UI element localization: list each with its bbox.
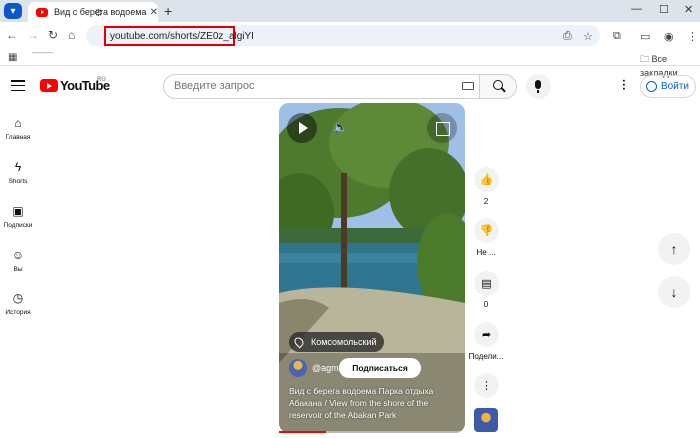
signin-button[interactable]: Войти [640, 75, 696, 98]
video-progress-bar[interactable] [279, 431, 465, 433]
video-title[interactable]: Вид с берега водоема Парка отдыха Абакан… [289, 385, 461, 421]
comments-button[interactable]: ▤ [474, 271, 499, 296]
maximize-icon[interactable]: ☐ [659, 3, 669, 16]
split-view-icon[interactable]: ▭ [640, 30, 650, 43]
subscribe-button[interactable]: Подписаться [339, 358, 421, 378]
more-vert-icon: ⋮ [481, 380, 492, 392]
sound-thumbnail[interactable] [474, 408, 498, 432]
video-progress-fill [279, 431, 326, 433]
new-tab-icon[interactable]: + [164, 3, 172, 19]
sidebar-item-history[interactable]: ◷ История [0, 291, 36, 316]
arrow-down-icon: ↓ [670, 284, 678, 300]
bookmarks-bar [0, 48, 700, 66]
location-pin-icon [292, 335, 306, 349]
like-button[interactable]: 👍 [474, 167, 499, 192]
thumb-down-icon: 👎 [479, 225, 494, 237]
account-icon [646, 81, 657, 92]
sidebar-item-shorts[interactable]: ϟ Shorts [0, 160, 36, 185]
guide-menu-icon[interactable] [11, 80, 25, 91]
close-window-icon[interactable]: ✕ [684, 3, 693, 16]
fullscreen-button[interactable] [427, 113, 457, 143]
like-count: 2 [483, 197, 489, 206]
share-label: Подели... [468, 352, 504, 361]
bookmark-item[interactable]: ━━━━━ [32, 49, 53, 57]
comment-icon: ▤ [481, 278, 492, 290]
site-info-icon[interactable]: ⚙ [94, 8, 103, 19]
shorts-icon: ϟ [14, 160, 22, 174]
keyboard-icon[interactable] [462, 82, 474, 90]
play-button[interactable] [287, 113, 317, 143]
browser-tab[interactable]: Вид с берега водоема Парка о ✕ [28, 2, 158, 22]
signin-label: Войти [661, 81, 689, 92]
youtube-favicon-icon [36, 7, 48, 17]
share-arrow-icon: ➦ [481, 329, 492, 341]
volume-icon[interactable]: 🔈 [333, 120, 348, 134]
reload-icon[interactable]: ↻ [48, 28, 58, 42]
back-icon[interactable]: ← [6, 28, 18, 42]
you-icon: ☺ [11, 248, 25, 262]
home-icon: ⌂ [14, 116, 22, 130]
youtube-logo-icon[interactable] [40, 79, 58, 92]
tab-close-icon[interactable]: ✕ [150, 7, 158, 18]
previous-short-button[interactable]: ↑ [658, 233, 690, 265]
location-label: Комсомольский [311, 337, 377, 347]
channel-avatar[interactable] [289, 359, 307, 377]
comments-count: 0 [483, 300, 489, 309]
location-chip[interactable]: Комсомольский [289, 332, 385, 352]
dislike-button[interactable]: 👎 [474, 218, 499, 243]
search-input[interactable] [174, 80, 454, 92]
country-code: RU [97, 77, 106, 83]
apps-grid-icon[interactable]: ▦ [8, 52, 17, 63]
sidebar-item-subscriptions[interactable]: ▣ Подписки [0, 204, 36, 229]
dislike-label: Не ... [476, 248, 496, 257]
url-text[interactable]: youtube.com/shorts/ZE0z_algiYI [110, 31, 254, 42]
sidebar-item-label: Подписки [3, 222, 33, 229]
sidebar-item-you[interactable]: ☺ Вы [0, 248, 36, 273]
bookmark-star-icon[interactable]: ☆ [583, 30, 593, 43]
sidebar-item-label: История [5, 309, 31, 316]
next-short-button[interactable]: ↓ [658, 276, 690, 308]
share-button[interactable]: ➦ [474, 322, 499, 347]
more-actions-button[interactable]: ⋮ [474, 373, 499, 398]
home-browser-icon[interactable]: ⌂ [68, 28, 75, 42]
video-frame-scene [279, 103, 465, 433]
sidebar-item-home[interactable]: ⌂ Главная [0, 116, 36, 141]
subscriptions-icon: ▣ [12, 204, 24, 218]
extensions-icon[interactable]: ⧉ [613, 30, 621, 43]
microphone-stand [537, 90, 539, 93]
sidebar-item-label: Вы [13, 266, 23, 273]
shorts-video-player[interactable] [279, 103, 465, 433]
sidebar-item-label: Shorts [8, 178, 28, 185]
history-icon: ◷ [12, 291, 24, 305]
forward-icon[interactable]: → [27, 28, 39, 42]
install-app-icon[interactable]: ⎙ [563, 30, 572, 43]
minimize-icon[interactable]: — [631, 3, 642, 15]
thumb-up-icon: 👍 [479, 174, 494, 186]
arrow-up-icon: ↑ [670, 241, 678, 257]
tab-search-chevron-icon[interactable]: ▾ [4, 3, 22, 19]
profile-icon[interactable]: ◉ [664, 30, 674, 43]
search-icon[interactable] [493, 80, 503, 90]
settings-more-icon[interactable]: ··· [617, 79, 631, 91]
sidebar-item-label: Главная [5, 134, 31, 141]
browser-menu-icon[interactable]: ⋮ [687, 30, 698, 43]
microphone-icon [535, 80, 541, 89]
